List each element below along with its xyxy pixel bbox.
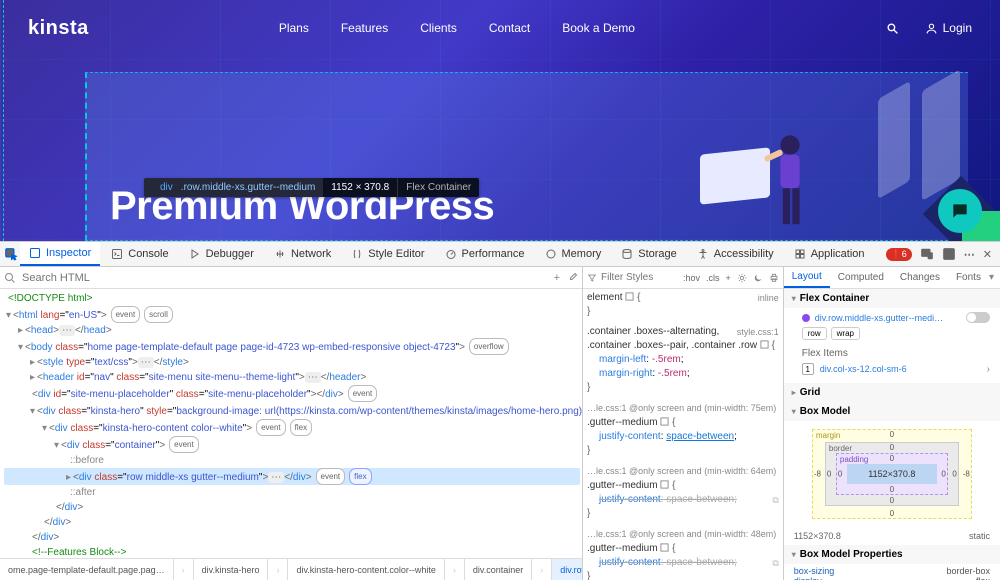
html-panel: + <!DOCTYPE html> ▾<html lang="en-US">ev… (0, 267, 583, 580)
search-icon[interactable] (4, 272, 16, 284)
login-link[interactable]: Login (925, 21, 972, 35)
site-nav: kinsta Plans Features Clients Contact Bo… (0, 0, 1000, 56)
tab-fonts[interactable]: Fonts (948, 267, 989, 288)
html-search-input[interactable] (22, 272, 542, 284)
overlay-toggle[interactable] (966, 312, 990, 323)
more-menu-icon[interactable]: ⋯ (964, 248, 975, 261)
search-icon[interactable] (886, 22, 899, 35)
element-tooltip: divdiv.row.middle-xs.gutter--medium.row.… (144, 178, 479, 197)
flex-container-section[interactable]: Flex Container (784, 289, 1000, 308)
close-devtools-icon[interactable]: ✕ (983, 248, 992, 261)
tab-debugger[interactable]: Debugger (180, 242, 263, 266)
tab-accessibility[interactable]: Accessibility (688, 242, 783, 266)
new-rule-icon[interactable]: + (725, 273, 730, 283)
dock-side-icon[interactable] (942, 247, 956, 261)
nav-features[interactable]: Features (341, 21, 388, 35)
eyedropper-icon[interactable] (566, 272, 578, 284)
filter-icon[interactable] (587, 273, 597, 283)
tab-memory[interactable]: Memory (536, 242, 611, 266)
box-model-diagram[interactable]: margin 0-80-8 border 0000 padding 0000 1… (812, 429, 972, 519)
layout-panel: Layout Computed Changes Fonts ▾ Flex Con… (784, 267, 1000, 580)
devtools-tabbar: Inspector Console Debugger Network Style… (0, 241, 1000, 267)
crumb-container[interactable]: div.container (464, 559, 531, 580)
breadcrumb[interactable]: ome.page-template-default.page.pag… › di… (0, 558, 582, 580)
pick-element-icon[interactable] (4, 247, 18, 261)
hov-toggle[interactable]: :hov (683, 273, 700, 283)
nav-clients[interactable]: Clients (420, 21, 457, 35)
grid-section[interactable]: Grid (784, 383, 1000, 402)
styles-panel: :hov .cls + inlineelement {} style.css:1… (583, 267, 784, 580)
print-icon[interactable] (769, 273, 779, 283)
flex-row-button[interactable]: row (802, 327, 827, 340)
nav-book-demo[interactable]: Book a Demo (562, 21, 635, 35)
dom-tree[interactable]: <!DOCTYPE html> ▾<html lang="en-US">even… (0, 289, 582, 558)
crumb-content[interactable]: div.kinsta-hero-content.color--white (287, 559, 443, 580)
light-mode-icon[interactable] (737, 273, 747, 283)
tab-console[interactable]: Console (102, 242, 177, 266)
tab-style-editor[interactable]: Style Editor (342, 242, 433, 266)
flex-wrap-button[interactable]: wrap (831, 327, 860, 340)
site-logo[interactable]: kinsta (28, 17, 89, 40)
dark-mode-icon[interactable] (753, 273, 763, 283)
responsive-mode-icon[interactable] (920, 247, 934, 261)
tab-storage[interactable]: Storage (612, 242, 686, 266)
cls-toggle[interactable]: .cls (706, 273, 720, 283)
box-model-section[interactable]: Box Model (784, 402, 1000, 421)
tab-application[interactable]: Application (785, 242, 874, 266)
tab-network[interactable]: Network (265, 242, 340, 266)
tab-computed[interactable]: Computed (830, 267, 892, 288)
chat-widget[interactable] (938, 189, 982, 233)
crumb-hero[interactable]: div.kinsta-hero (193, 559, 268, 580)
css-rules[interactable]: inlineelement {} style.css:1.container .… (583, 289, 783, 580)
page-preview: kinsta Plans Features Clients Contact Bo… (0, 0, 1000, 241)
tab-inspector[interactable]: Inspector (20, 242, 100, 266)
flex-container-item[interactable]: div.row.middle-xs.gutter--medi… (802, 312, 990, 323)
tab-changes[interactable]: Changes (892, 267, 948, 288)
error-count-badge[interactable]: ❗6 (886, 248, 912, 261)
hero-illustration-person (730, 121, 850, 241)
crumb-row[interactable]: div.row.middle-xs.gutter--medium (551, 559, 582, 580)
tab-layout[interactable]: Layout (784, 267, 830, 288)
add-element-icon[interactable]: + (554, 272, 560, 284)
crumb-body[interactable]: ome.page-template-default.page.pag… (0, 559, 173, 580)
nav-plans[interactable]: Plans (279, 21, 309, 35)
bmp-section[interactable]: Box Model Properties (784, 545, 1000, 564)
filter-styles-input[interactable] (601, 272, 673, 283)
flex-item-row[interactable]: 1 div.col-xs-12.col-sm-6 › (802, 363, 990, 375)
nav-contact[interactable]: Contact (489, 21, 530, 35)
tab-performance[interactable]: Performance (436, 242, 534, 266)
